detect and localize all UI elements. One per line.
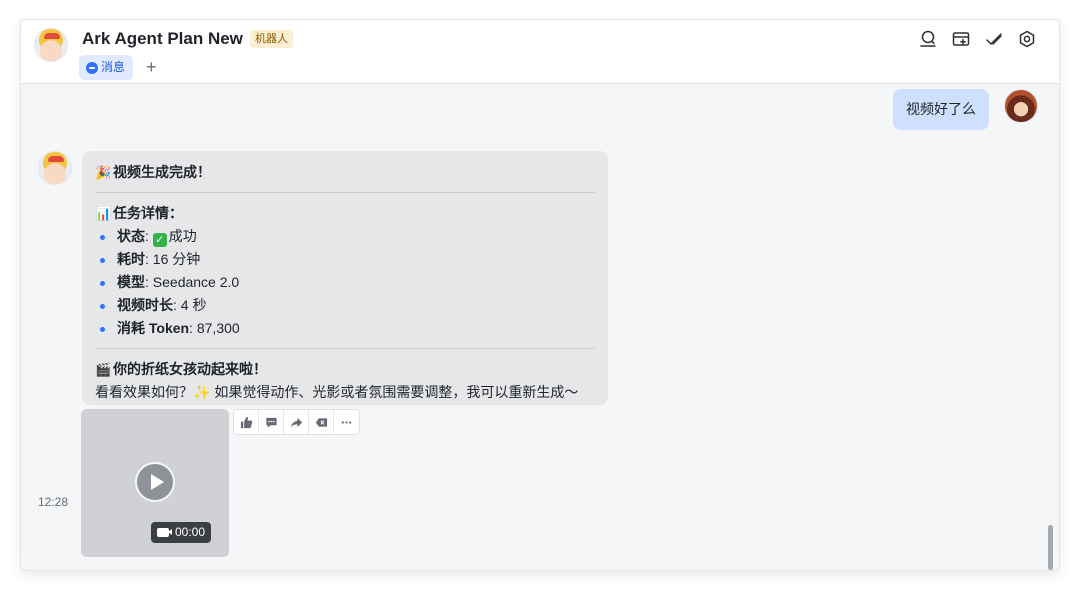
bot-avatar[interactable] bbox=[34, 28, 68, 62]
chat-header: Ark Agent Plan New 机器人 消息 + bbox=[21, 20, 1059, 84]
settings-gear-icon[interactable] bbox=[1017, 29, 1037, 49]
bot-avatar-message[interactable] bbox=[38, 151, 72, 185]
detail-item-token: 消耗 Token: 87,300 bbox=[95, 317, 595, 340]
sparkles-icon: ✨ bbox=[193, 384, 211, 400]
forward-icon[interactable] bbox=[284, 410, 309, 434]
check-icon[interactable] bbox=[984, 29, 1004, 49]
message-timestamp: 12:28 bbox=[38, 495, 69, 509]
chat-window: Ark Agent Plan New 机器人 消息 + 视频好了么 🎉 视频生成… bbox=[21, 20, 1059, 570]
play-button-icon[interactable] bbox=[135, 462, 175, 502]
comment-icon[interactable] bbox=[259, 410, 284, 434]
search-chat-icon[interactable] bbox=[918, 29, 938, 49]
scrollbar-thumb[interactable] bbox=[1048, 525, 1053, 570]
party-popper-icon: 🎉 bbox=[95, 165, 112, 180]
detail-item-video-length: 视频时长: 4 秒 bbox=[95, 294, 595, 317]
check-mark-icon: ✓ bbox=[152, 233, 167, 247]
add-tab-icon[interactable] bbox=[951, 29, 971, 49]
video-camera-icon bbox=[157, 528, 172, 537]
bot-message-bubble[interactable]: 🎉 视频生成完成！ 📊 任务详情： 状态: ✓ 成功 耗时: 16 分钟 模型: Se… bbox=[82, 151, 608, 405]
detail-item-model: 模型: Seedance 2.0 bbox=[95, 271, 595, 294]
message-action-bar bbox=[233, 409, 360, 435]
add-tab-button[interactable]: + bbox=[146, 56, 157, 78]
bot-message-title: 🎉 视频生成完成！ bbox=[95, 161, 595, 184]
delete-tag-icon[interactable] bbox=[309, 410, 334, 434]
user-message-bubble[interactable]: 视频好了么 bbox=[893, 89, 989, 130]
divider bbox=[95, 348, 595, 349]
divider bbox=[95, 192, 595, 193]
detail-item-duration: 耗时: 16 分钟 bbox=[95, 248, 595, 271]
bar-chart-icon: 📊 bbox=[95, 206, 112, 221]
chat-title[interactable]: Ark Agent Plan New bbox=[82, 29, 243, 49]
tab-messages[interactable]: 消息 bbox=[79, 55, 134, 80]
video-duration-badge: 00:00 bbox=[151, 522, 212, 543]
footer-text: 看看效果如何？✨ 如果觉得动作、光影或者氛围需要调整，我可以重新生成～ bbox=[95, 384, 579, 400]
video-message[interactable]: 00:00 bbox=[81, 409, 229, 557]
bot-badge: 机器人 bbox=[250, 30, 293, 48]
footer-heading: 🎬 你的折纸女孩动起来啦！ bbox=[95, 358, 595, 381]
more-icon[interactable] bbox=[334, 410, 359, 434]
clapper-board-icon: 🎬 bbox=[95, 362, 112, 377]
tab-messages-label: 消息 bbox=[101, 60, 126, 74]
details-heading: 📊 任务详情： bbox=[95, 202, 595, 225]
chat-bubble-icon bbox=[86, 61, 98, 74]
thumbs-up-icon[interactable] bbox=[234, 410, 259, 434]
user-avatar[interactable] bbox=[1004, 89, 1038, 123]
message-timeline[interactable]: 视频好了么 🎉 视频生成完成！ 📊 任务详情： 状态: ✓ 成功 耗时: 16 分钟 … bbox=[21, 84, 1059, 570]
detail-item-status: 状态: ✓ 成功 bbox=[95, 225, 595, 248]
